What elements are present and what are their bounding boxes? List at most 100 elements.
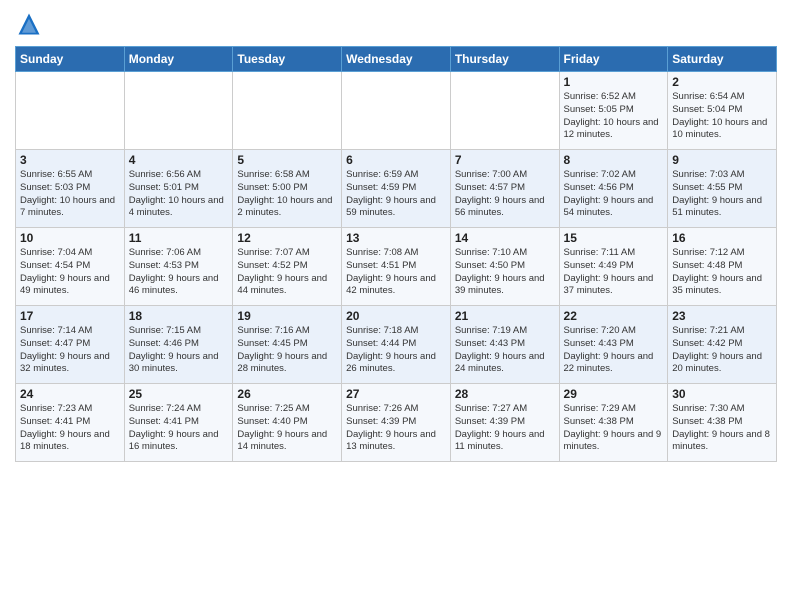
week-row-5: 24 Sunrise: 7:23 AM Sunset: 4:41 PM Dayli…: [16, 384, 777, 462]
day-cell: [124, 72, 233, 150]
day-number: 7: [455, 153, 555, 167]
day-number: 12: [237, 231, 337, 245]
day-number: 28: [455, 387, 555, 401]
day-cell: 13 Sunrise: 7:08 AM Sunset: 4:51 PM Dayli…: [342, 228, 451, 306]
day-info: Sunrise: 7:20 AM Sunset: 4:43 PM Dayligh…: [564, 325, 664, 376]
day-cell: 10 Sunrise: 7:04 AM Sunset: 4:54 PM Dayli…: [16, 228, 125, 306]
day-cell: 19Sunrise: 7:16 AM Sunset: 4:45 PM Dayli…: [233, 306, 342, 384]
calendar-table: SundayMondayTuesdayWednesdayThursdayFrid…: [15, 46, 777, 462]
day-info: Sunrise: 7:10 AM Sunset: 4:50 PM Dayligh…: [455, 247, 555, 298]
day-number: 10: [20, 231, 120, 245]
day-number: 27: [346, 387, 446, 401]
day-cell: 25 Sunrise: 7:24 AM Sunset: 4:41 PM Dayli…: [124, 384, 233, 462]
day-cell: 5 Sunrise: 6:58 AM Sunset: 5:00 PM Daylig…: [233, 150, 342, 228]
day-cell: [450, 72, 559, 150]
day-info: Sunrise: 7:27 AM Sunset: 4:39 PM Dayligh…: [455, 403, 555, 454]
day-number: 1: [564, 75, 664, 89]
day-info: Sunrise: 7:26 AM Sunset: 4:39 PM Dayligh…: [346, 403, 446, 454]
day-number: 29: [564, 387, 664, 401]
day-info: Sunrise: 7:18 AM Sunset: 4:44 PM Dayligh…: [346, 325, 446, 376]
day-info: Sunrise: 7:04 AM Sunset: 4:54 PM Dayligh…: [20, 247, 120, 298]
day-info: Sunrise: 7:19 AM Sunset: 4:43 PM Dayligh…: [455, 325, 555, 376]
day-number: 5: [237, 153, 337, 167]
header: [15, 10, 777, 38]
day-info: Sunrise: 7:16 AM Sunset: 4:45 PM Dayligh…: [237, 325, 337, 376]
day-info: Sunrise: 7:24 AM Sunset: 4:41 PM Dayligh…: [129, 403, 229, 454]
day-number: 2: [672, 75, 772, 89]
day-number: 25: [129, 387, 229, 401]
logo-icon: [15, 10, 43, 38]
day-info: Sunrise: 7:25 AM Sunset: 4:40 PM Dayligh…: [237, 403, 337, 454]
day-number: 13: [346, 231, 446, 245]
day-info: Sunrise: 7:15 AM Sunset: 4:46 PM Dayligh…: [129, 325, 229, 376]
day-cell: 17 Sunrise: 7:14 AM Sunset: 4:47 PM Dayli…: [16, 306, 125, 384]
day-info: Sunrise: 7:23 AM Sunset: 4:41 PM Dayligh…: [20, 403, 120, 454]
day-cell: 20 Sunrise: 7:18 AM Sunset: 4:44 PM Dayli…: [342, 306, 451, 384]
day-info: Sunrise: 6:52 AM Sunset: 5:05 PM Dayligh…: [564, 91, 664, 142]
day-cell: 16 Sunrise: 7:12 AM Sunset: 4:48 PM Dayli…: [668, 228, 777, 306]
day-number: 16: [672, 231, 772, 245]
day-cell: 27 Sunrise: 7:26 AM Sunset: 4:39 PM Dayli…: [342, 384, 451, 462]
day-number: 18: [129, 309, 229, 323]
day-number: 23: [672, 309, 772, 323]
day-info: Sunrise: 7:12 AM Sunset: 4:48 PM Dayligh…: [672, 247, 772, 298]
day-info: Sunrise: 7:07 AM Sunset: 4:52 PM Dayligh…: [237, 247, 337, 298]
day-cell: 2Sunrise: 6:54 AM Sunset: 5:04 PM Daylig…: [668, 72, 777, 150]
day-number: 3: [20, 153, 120, 167]
week-row-3: 10 Sunrise: 7:04 AM Sunset: 4:54 PM Dayli…: [16, 228, 777, 306]
logo: [15, 10, 47, 38]
day-header-tuesday: Tuesday: [233, 47, 342, 72]
week-row-2: 3 Sunrise: 6:55 AM Sunset: 5:03 PM Daylig…: [16, 150, 777, 228]
day-number: 20: [346, 309, 446, 323]
day-cell: [16, 72, 125, 150]
day-info: Sunrise: 6:55 AM Sunset: 5:03 PM Dayligh…: [20, 169, 120, 220]
day-info: Sunrise: 7:06 AM Sunset: 4:53 PM Dayligh…: [129, 247, 229, 298]
day-cell: 12 Sunrise: 7:07 AM Sunset: 4:52 PM Dayli…: [233, 228, 342, 306]
day-number: 14: [455, 231, 555, 245]
day-cell: 8 Sunrise: 7:02 AM Sunset: 4:56 PM Daylig…: [559, 150, 668, 228]
day-cell: 18 Sunrise: 7:15 AM Sunset: 4:46 PM Dayli…: [124, 306, 233, 384]
day-cell: 4Sunrise: 6:56 AM Sunset: 5:01 PM Daylig…: [124, 150, 233, 228]
day-cell: 21Sunrise: 7:19 AM Sunset: 4:43 PM Dayli…: [450, 306, 559, 384]
day-number: 17: [20, 309, 120, 323]
day-number: 4: [129, 153, 229, 167]
day-info: Sunrise: 7:02 AM Sunset: 4:56 PM Dayligh…: [564, 169, 664, 220]
day-info: Sunrise: 6:58 AM Sunset: 5:00 PM Dayligh…: [237, 169, 337, 220]
days-header-row: SundayMondayTuesdayWednesdayThursdayFrid…: [16, 47, 777, 72]
day-header-saturday: Saturday: [668, 47, 777, 72]
day-number: 26: [237, 387, 337, 401]
day-cell: 22 Sunrise: 7:20 AM Sunset: 4:43 PM Dayli…: [559, 306, 668, 384]
day-header-thursday: Thursday: [450, 47, 559, 72]
day-info: Sunrise: 6:59 AM Sunset: 4:59 PM Dayligh…: [346, 169, 446, 220]
day-cell: 30 Sunrise: 7:30 AM Sunset: 4:38 PM Dayli…: [668, 384, 777, 462]
day-info: Sunrise: 7:00 AM Sunset: 4:57 PM Dayligh…: [455, 169, 555, 220]
day-cell: [233, 72, 342, 150]
day-info: Sunrise: 7:14 AM Sunset: 4:47 PM Dayligh…: [20, 325, 120, 376]
day-cell: 11 Sunrise: 7:06 AM Sunset: 4:53 PM Dayli…: [124, 228, 233, 306]
day-number: 24: [20, 387, 120, 401]
day-info: Sunrise: 7:21 AM Sunset: 4:42 PM Dayligh…: [672, 325, 772, 376]
day-header-wednesday: Wednesday: [342, 47, 451, 72]
day-cell: [342, 72, 451, 150]
day-info: Sunrise: 7:03 AM Sunset: 4:55 PM Dayligh…: [672, 169, 772, 220]
day-info: Sunrise: 7:30 AM Sunset: 4:38 PM Dayligh…: [672, 403, 772, 454]
day-cell: 23 Sunrise: 7:21 AM Sunset: 4:42 PM Dayli…: [668, 306, 777, 384]
day-info: Sunrise: 7:11 AM Sunset: 4:49 PM Dayligh…: [564, 247, 664, 298]
day-number: 9: [672, 153, 772, 167]
day-number: 6: [346, 153, 446, 167]
day-cell: 26 Sunrise: 7:25 AM Sunset: 4:40 PM Dayli…: [233, 384, 342, 462]
day-header-friday: Friday: [559, 47, 668, 72]
day-number: 30: [672, 387, 772, 401]
day-cell: 7 Sunrise: 7:00 AM Sunset: 4:57 PM Daylig…: [450, 150, 559, 228]
calendar-container: SundayMondayTuesdayWednesdayThursdayFrid…: [0, 0, 792, 467]
day-info: Sunrise: 7:29 AM Sunset: 4:38 PM Dayligh…: [564, 403, 664, 454]
day-number: 22: [564, 309, 664, 323]
day-number: 11: [129, 231, 229, 245]
day-cell: 29 Sunrise: 7:29 AM Sunset: 4:38 PM Dayli…: [559, 384, 668, 462]
day-cell: 6 Sunrise: 6:59 AM Sunset: 4:59 PM Daylig…: [342, 150, 451, 228]
day-cell: 24 Sunrise: 7:23 AM Sunset: 4:41 PM Dayli…: [16, 384, 125, 462]
day-number: 8: [564, 153, 664, 167]
week-row-4: 17 Sunrise: 7:14 AM Sunset: 4:47 PM Dayli…: [16, 306, 777, 384]
day-cell: 14 Sunrise: 7:10 AM Sunset: 4:50 PM Dayli…: [450, 228, 559, 306]
day-info: Sunrise: 7:08 AM Sunset: 4:51 PM Dayligh…: [346, 247, 446, 298]
